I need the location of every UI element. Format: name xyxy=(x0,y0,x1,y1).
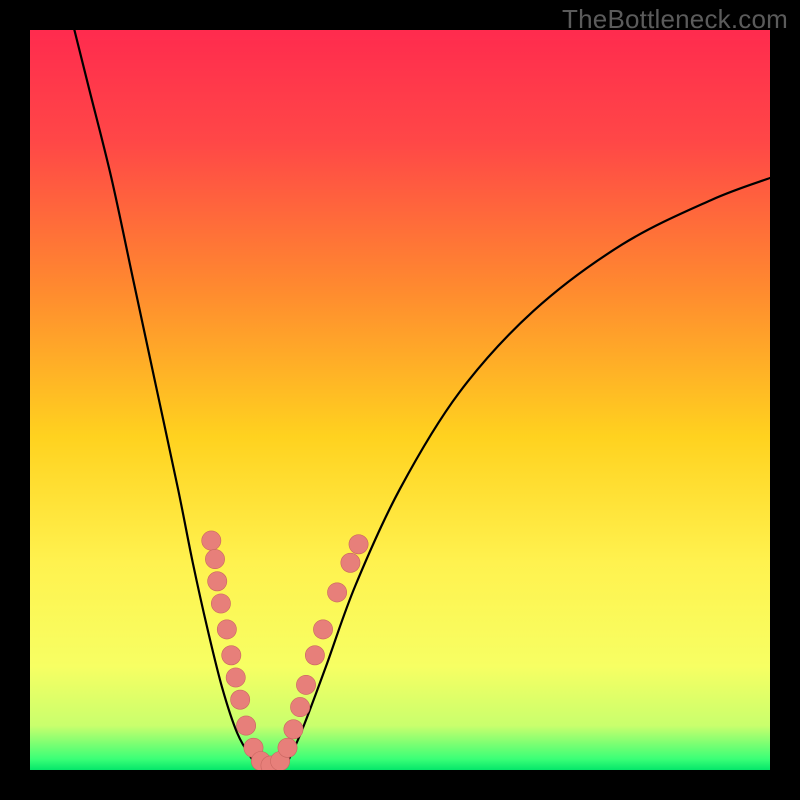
data-markers xyxy=(202,531,368,770)
chart-frame: TheBottleneck.com xyxy=(0,0,800,800)
data-marker xyxy=(296,675,315,694)
data-marker xyxy=(202,531,221,550)
data-marker xyxy=(313,620,332,639)
data-marker xyxy=(211,594,230,613)
data-marker xyxy=(236,716,255,735)
watermark-text: TheBottleneck.com xyxy=(562,4,788,35)
data-marker xyxy=(284,720,303,739)
bottleneck-curve xyxy=(74,30,770,769)
curve-layer xyxy=(30,30,770,770)
data-marker xyxy=(205,549,224,568)
data-marker xyxy=(327,583,346,602)
data-marker xyxy=(305,646,324,665)
data-marker xyxy=(290,697,309,716)
data-marker xyxy=(222,646,241,665)
plot-area xyxy=(30,30,770,770)
data-marker xyxy=(217,620,236,639)
data-marker xyxy=(278,738,297,757)
data-marker xyxy=(341,553,360,572)
data-marker xyxy=(231,690,250,709)
data-marker xyxy=(226,668,245,687)
data-marker xyxy=(208,572,227,591)
data-marker xyxy=(349,535,368,554)
